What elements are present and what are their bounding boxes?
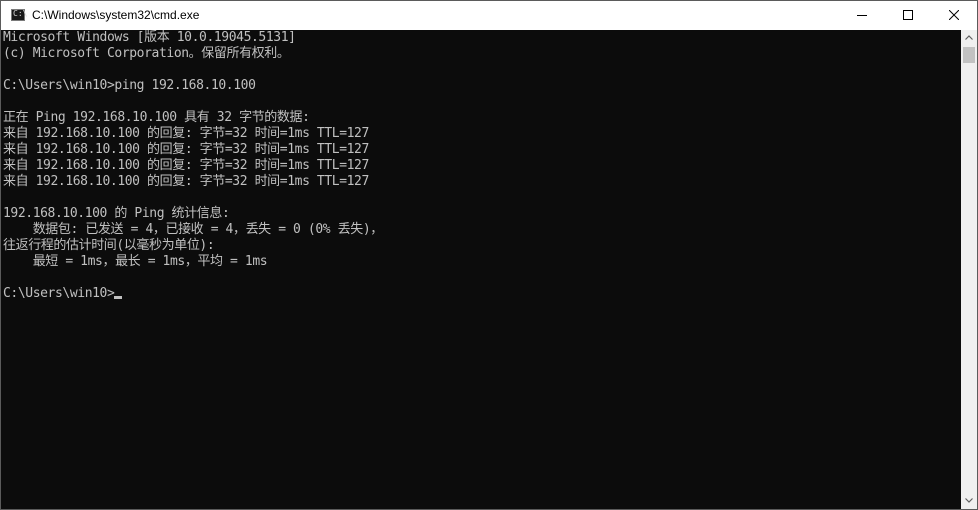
console-line: 最短 = 1ms，最长 = 1ms，平均 = 1ms: [3, 254, 268, 269]
window-title: C:\Windows\system32\cmd.exe: [32, 8, 200, 22]
scroll-up-button[interactable]: [961, 30, 977, 46]
console-output[interactable]: Microsoft Windows [版本 10.0.19045.5131] (…: [1, 30, 961, 509]
chevron-down-icon: [965, 498, 973, 503]
scrollbar-thumb[interactable]: [963, 47, 975, 63]
maximize-icon: [903, 10, 913, 20]
console-line: (c) Microsoft Corporation。保留所有权利。: [3, 46, 290, 61]
cmd-icon[interactable]: C:\: [11, 9, 28, 21]
cmd-icon-glyph: C:\: [13, 9, 28, 18]
console-line: 数据包: 已发送 = 4，已接收 = 4，丢失 = 0 (0% 丢失)，: [3, 222, 384, 237]
console-line: 来自 192.168.10.100 的回复: 字节=32 时间=1ms TTL=…: [3, 174, 369, 189]
close-icon: [949, 10, 959, 20]
prompt-text: C:\Users\win10>: [3, 286, 115, 301]
chevron-up-icon: [965, 35, 973, 40]
text-cursor: [114, 296, 123, 299]
scroll-down-button[interactable]: [961, 493, 977, 509]
minimize-icon: [857, 15, 867, 16]
vertical-scrollbar[interactable]: [961, 30, 977, 509]
close-button[interactable]: [931, 1, 977, 30]
cmd-window: C:\ C:\Windows\system32\cmd.exe Microsof…: [0, 0, 978, 510]
console-line: C:\Users\win10>ping 192.168.10.100: [3, 78, 256, 93]
minimize-button[interactable]: [839, 1, 885, 30]
title-bar[interactable]: C:\ C:\Windows\system32\cmd.exe: [1, 1, 977, 30]
console-line: 往返行程的估计时间(以毫秒为单位):: [3, 238, 215, 253]
console-line: Microsoft Windows [版本 10.0.19045.5131]: [3, 30, 296, 45]
maximize-button[interactable]: [885, 1, 931, 30]
console-line: 来自 192.168.10.100 的回复: 字节=32 时间=1ms TTL=…: [3, 126, 369, 141]
console-line: 来自 192.168.10.100 的回复: 字节=32 时间=1ms TTL=…: [3, 142, 369, 157]
console-line: 来自 192.168.10.100 的回复: 字节=32 时间=1ms TTL=…: [3, 158, 369, 173]
prompt-line[interactable]: C:\Users\win10>: [3, 286, 123, 302]
console-line: 192.168.10.100 的 Ping 统计信息:: [3, 206, 230, 221]
console-line: 正在 Ping 192.168.10.100 具有 32 字节的数据:: [3, 110, 310, 125]
